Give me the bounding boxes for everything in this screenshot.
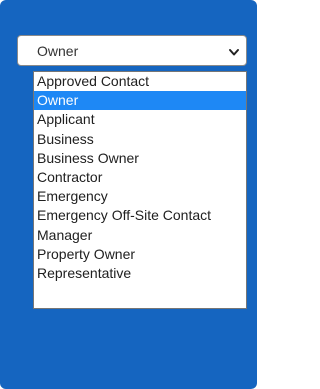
option-property-owner[interactable]: Property Owner	[34, 245, 246, 264]
option-business-owner[interactable]: Business Owner	[34, 149, 246, 168]
option-approved-contact[interactable]: Approved Contact	[34, 72, 246, 91]
option-emergency[interactable]: Emergency	[34, 187, 246, 206]
option-business[interactable]: Business	[34, 130, 246, 149]
select-current-value: Owner	[37, 43, 79, 59]
option-emergency-off-site-contact[interactable]: Emergency Off-Site Contact	[34, 206, 246, 225]
chevron-down-icon	[228, 45, 240, 57]
option-owner[interactable]: Owner	[34, 91, 246, 111]
contact-type-options-list[interactable]: Approved Contact Owner Applicant Busines…	[33, 71, 247, 309]
option-manager[interactable]: Manager	[34, 226, 246, 245]
option-contractor[interactable]: Contractor	[34, 168, 246, 187]
option-representative[interactable]: Representative	[34, 264, 246, 283]
contact-type-select[interactable]: Owner	[17, 35, 247, 66]
option-applicant[interactable]: Applicant	[34, 110, 246, 129]
